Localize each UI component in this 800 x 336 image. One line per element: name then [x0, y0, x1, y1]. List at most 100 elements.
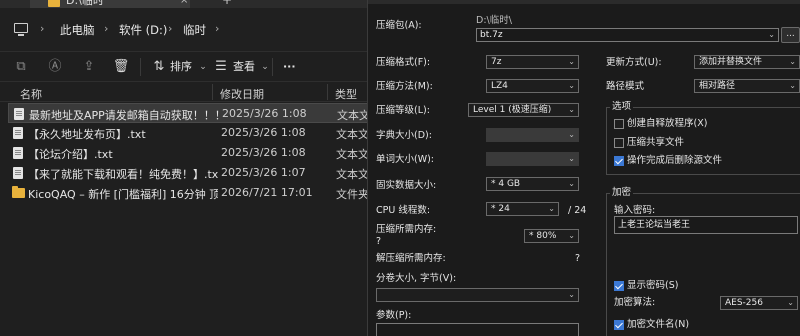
solid-size-select[interactable]: * 4 GB ⌄ [486, 177, 579, 191]
create-sfx-label: 创建自释放程序(X) [627, 118, 708, 129]
chevron-down-icon: ⌄ [548, 204, 555, 213]
method-select[interactable]: LZ4 ⌄ [486, 79, 579, 93]
method-label: 压缩方法(M): [376, 81, 433, 92]
toolbar-divider [272, 58, 273, 76]
level-value: Level 1 (极速压缩) [473, 105, 552, 115]
archive-name-field[interactable]: bt.7z ⌄ [476, 28, 779, 42]
decompress-memory-label: 解压缩所需内存: [376, 253, 446, 264]
memory-usage-percent: * 80% [529, 231, 557, 241]
chevron-down-icon[interactable]: ⌄ [768, 29, 775, 41]
file-date: 2026/7/21 17:01 [221, 186, 313, 199]
file-type: 文本文档 [336, 128, 367, 141]
parameters-field[interactable] [376, 323, 579, 336]
chevron-right-icon: › [40, 22, 45, 35]
chevron-down-icon: ⌄ [568, 105, 575, 114]
file-date: 2025/3/26 1:07 [221, 166, 306, 179]
show-password-checkbox[interactable] [614, 281, 624, 291]
file-date: 2025/3/26 1:08 [221, 126, 306, 139]
file-row[interactable]: 最新地址及APP请发邮箱自动获取！！！.txt 2025/3/26 1:08 文… [8, 103, 367, 123]
computer-icon[interactable] [14, 23, 28, 36]
cpu-threads-total: / 24 [568, 205, 587, 216]
file-explorer-window: D:\临时 × + › 此电脑 › 软件 (D:) › 临时 › ⧉ Ⓐ ⇪ 🗑… [0, 0, 367, 336]
chevron-down-icon: ⌄ [568, 81, 575, 90]
cpu-threads-value: * 24 [491, 204, 510, 214]
tab-title: D:\临时 [66, 0, 104, 7]
address-bar[interactable]: › 此电脑 › 软件 (D:) › 临时 › [0, 8, 367, 52]
delete-after-checkbox[interactable] [614, 156, 624, 166]
delete-icon[interactable]: 🗑 [112, 58, 130, 76]
column-type[interactable]: 类型 [335, 86, 357, 102]
format-value: 7z [491, 57, 502, 67]
file-row[interactable]: 【论坛介绍】.txt 2025/3/26 1:08 文本文档 [8, 143, 367, 163]
solid-size-label: 固实数据大小: [376, 180, 437, 191]
folder-name: KicoQAQ – 新作 [门槛福利] 16分钟 顶级白虎... [28, 188, 218, 201]
cpu-threads-select[interactable]: * 24 ⌄ [486, 202, 559, 216]
folder-icon [12, 186, 25, 198]
file-date: 2025/3/26 1:08 [221, 146, 306, 159]
dictionary-select: ⌄ [486, 128, 579, 142]
encrypt-filenames-checkbox[interactable] [614, 320, 624, 330]
chevron-down-icon: ⌄ [199, 62, 207, 72]
breadcrumb-drive-d[interactable]: 软件 (D:) [119, 23, 167, 37]
sort-button[interactable]: 排序 [170, 58, 192, 76]
column-divider[interactable] [212, 84, 213, 100]
chevron-down-icon: ⌄ [789, 57, 796, 66]
breadcrumb-this-pc[interactable]: 此电脑 [60, 23, 95, 37]
archive-path: D:\临时\ [476, 15, 512, 26]
memory-usage-select[interactable]: * 80% ⌄ [524, 229, 579, 243]
archive-label: 压缩包(A): [376, 20, 422, 31]
close-tab-icon[interactable]: × [180, 0, 188, 8]
command-bar: ⧉ Ⓐ ⇪ 🗑 ⇅ 排序 ⌄ ☰ 查看 ⌄ ··· [0, 52, 367, 82]
method-value: LZ4 [491, 81, 508, 91]
create-sfx-checkbox[interactable] [614, 119, 624, 129]
rename-icon[interactable]: Ⓐ [46, 58, 64, 76]
file-name: 【论坛介绍】.txt [28, 148, 113, 161]
chevron-right-icon: › [104, 22, 109, 35]
volume-size-select[interactable]: ⌄ [376, 288, 579, 302]
decompress-memory-value: ? [575, 253, 581, 264]
new-tab-button[interactable]: + [222, 0, 232, 7]
show-password-label: 显示密码(S) [627, 280, 679, 291]
path-mode-label: 路径模式 [606, 81, 645, 92]
column-name[interactable]: 名称 [20, 86, 42, 102]
chevron-down-icon: ⌄ [568, 130, 575, 139]
word-size-select: ⌄ [486, 152, 579, 166]
column-date[interactable]: 修改日期 [220, 86, 264, 102]
chevron-right-icon: › [168, 22, 173, 35]
share-icon[interactable]: ⇪ [80, 58, 98, 76]
view-button[interactable]: 查看 [233, 58, 255, 76]
file-date: 2025/3/26 1:08 [222, 107, 307, 120]
encryption-method-select[interactable]: AES-256 ⌄ [720, 296, 798, 310]
more-options-icon[interactable]: ··· [283, 58, 296, 76]
update-mode-select[interactable]: 添加并替换文件 ⌄ [694, 55, 800, 69]
password-value: 上老王论坛当老王 [618, 220, 691, 230]
compress-shared-label: 压缩共享文件 [627, 137, 685, 148]
chevron-right-icon[interactable]: › [215, 22, 219, 36]
file-name: 【来了就能下载和观看！纯免费！】.txt [28, 168, 218, 181]
path-mode-select[interactable]: 相对路径 ⌄ [694, 79, 800, 93]
parameters-label: 参数(P): [376, 310, 412, 321]
dictionary-label: 字典大小(D): [376, 130, 432, 141]
folder-row[interactable]: KicoQAQ – 新作 [门槛福利] 16分钟 顶级白虎... 2026/7/… [8, 183, 367, 203]
column-divider[interactable] [327, 84, 328, 100]
compress-shared-checkbox[interactable] [614, 138, 624, 148]
text-file-icon [13, 127, 23, 139]
file-row[interactable]: 【来了就能下载和观看！纯免费！】.txt 2025/3/26 1:07 文本文档 [8, 163, 367, 183]
breadcrumb-temp[interactable]: 临时 [183, 23, 206, 37]
file-name: 【永久地址发布页】.txt [28, 128, 146, 141]
file-row[interactable]: 【永久地址发布页】.txt 2025/3/26 1:08 文本文档 [8, 123, 367, 143]
column-header: 名称 修改日期 类型 [0, 82, 367, 102]
format-select[interactable]: 7z ⌄ [486, 55, 579, 69]
copy-icon[interactable]: ⧉ [12, 58, 30, 76]
browse-button[interactable]: ... [781, 27, 800, 43]
chevron-down-icon: ⌄ [568, 179, 575, 188]
path-mode-value: 相对路径 [699, 81, 736, 91]
encryption-method-value: AES-256 [725, 298, 763, 308]
volume-size-label: 分卷大小, 字节(V): [376, 273, 457, 284]
file-type: 文本文档 [336, 148, 367, 161]
password-field[interactable]: 上老王论坛当老王 [614, 216, 798, 234]
dialog-titlebar [368, 0, 800, 4]
level-select[interactable]: Level 1 (极速压缩) ⌄ [468, 103, 579, 117]
view-icon: ☰ [215, 59, 227, 74]
memory-usage-label: 压缩所需内存: [376, 224, 437, 235]
